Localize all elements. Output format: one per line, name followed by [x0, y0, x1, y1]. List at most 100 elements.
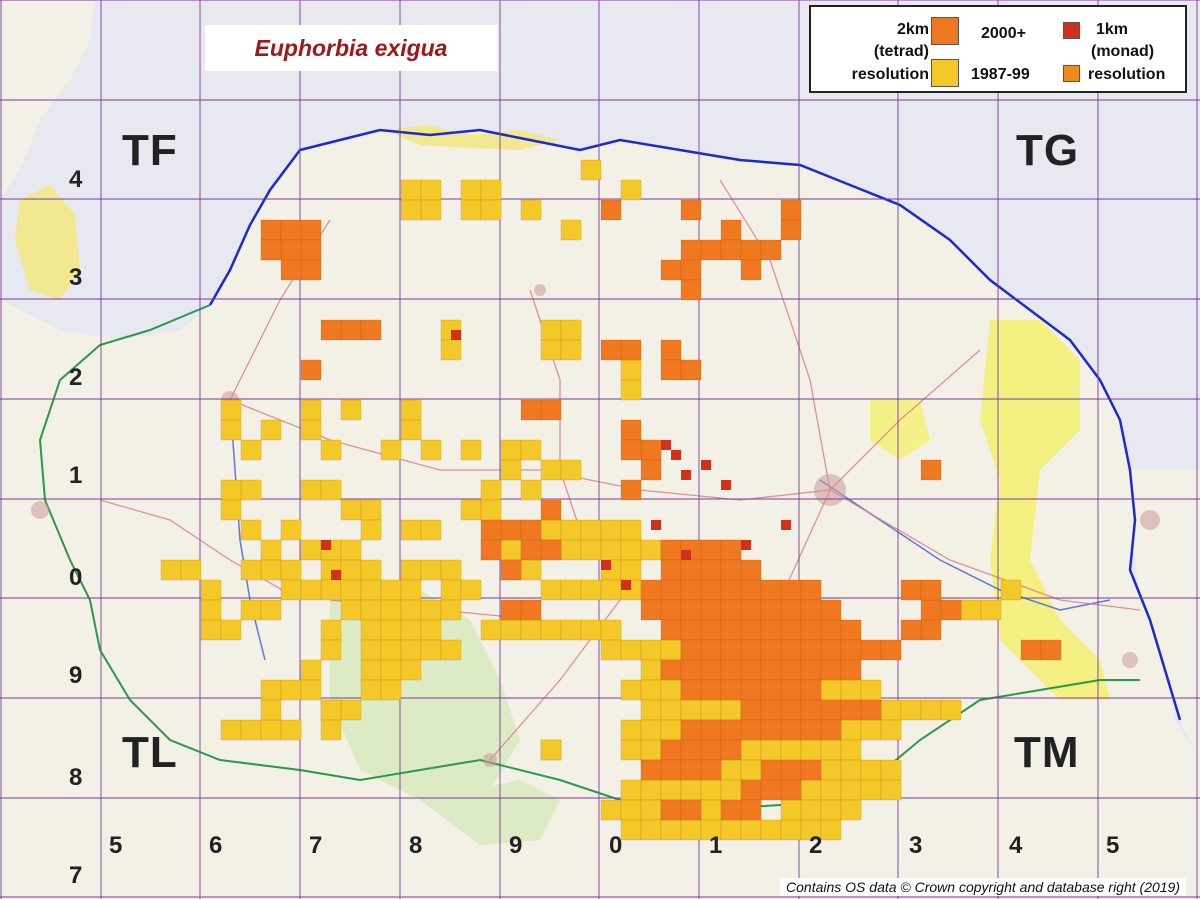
record-square [280, 259, 302, 281]
record-square [320, 439, 342, 461]
record-square [380, 679, 402, 701]
record-square [320, 699, 342, 721]
record-square [740, 619, 762, 641]
record-square [680, 359, 702, 381]
northing-label: 9 [69, 662, 83, 689]
record-square [700, 739, 722, 761]
record-square [260, 219, 282, 241]
record-square [680, 579, 702, 601]
record-square [500, 519, 522, 541]
record-square [740, 739, 762, 761]
record-square [240, 439, 262, 461]
record-square [420, 559, 442, 581]
record-square [500, 559, 522, 581]
record-square [520, 519, 542, 541]
record-square [260, 679, 282, 701]
record-square [680, 659, 702, 681]
record-square [800, 799, 822, 821]
record-square [840, 659, 862, 681]
record-square [560, 339, 582, 361]
record-square [400, 599, 422, 621]
record-square [540, 459, 562, 481]
record-square [820, 619, 842, 641]
record-square [700, 779, 722, 801]
record-square [300, 679, 322, 701]
grid-square-tg: TG [1016, 126, 1080, 175]
record-square [520, 619, 542, 641]
legend-monad-line1: 1km [1096, 21, 1129, 38]
record-square [700, 599, 722, 621]
record-square [900, 579, 922, 601]
record-square [400, 179, 422, 201]
grid-square-tl: TL [122, 728, 178, 777]
record-square [540, 739, 562, 761]
record-square [620, 739, 642, 761]
record-square [380, 579, 402, 601]
record-square [520, 539, 542, 561]
record-square [240, 599, 262, 621]
record-square [260, 699, 282, 721]
record-square [920, 599, 942, 621]
record-square [340, 499, 362, 521]
record-square [620, 339, 642, 361]
record-square [660, 659, 682, 681]
record-square [480, 179, 502, 201]
record-square [720, 819, 742, 841]
record-square [680, 619, 702, 641]
record-square [640, 679, 662, 701]
record-square [260, 599, 282, 621]
record-square [420, 599, 442, 621]
easting-label: 9 [509, 832, 523, 859]
record-square [460, 199, 482, 221]
record-square [860, 679, 882, 701]
record-square [360, 579, 382, 601]
record-square [420, 439, 442, 461]
record-square [780, 199, 802, 221]
record-square [420, 639, 442, 661]
record-square [860, 779, 882, 801]
record-square [660, 599, 682, 621]
record-square [680, 279, 702, 301]
monad-record-square [741, 540, 751, 550]
record-square [240, 559, 262, 581]
record-square [620, 539, 642, 561]
record-square [880, 719, 902, 741]
record-square [480, 619, 502, 641]
record-square [820, 799, 842, 821]
record-square [300, 239, 322, 261]
record-square [400, 659, 422, 681]
legend-period-recent: 2000+ [981, 25, 1026, 42]
record-square [820, 639, 842, 661]
record-square [400, 399, 422, 421]
record-square [600, 799, 622, 821]
record-square [820, 679, 842, 701]
monad-record-square [661, 440, 671, 450]
record-square [920, 579, 942, 601]
record-square [240, 479, 262, 501]
record-square [200, 619, 222, 641]
record-square [620, 179, 642, 201]
record-square [740, 639, 762, 661]
record-square [540, 499, 562, 521]
record-square [620, 639, 642, 661]
monad-record-square [621, 580, 631, 590]
record-square [300, 539, 322, 561]
legend-tetrad-line3: resolution [851, 66, 929, 83]
legend-period-old: 1987-99 [971, 66, 1030, 83]
record-square [740, 679, 762, 701]
record-square [880, 759, 902, 781]
record-square [840, 639, 862, 661]
record-square [160, 559, 182, 581]
record-square [740, 719, 762, 741]
record-square [800, 679, 822, 701]
record-square [600, 639, 622, 661]
record-square [420, 199, 442, 221]
record-square [840, 699, 862, 721]
record-square [580, 159, 602, 181]
record-square [620, 379, 642, 401]
record-square [640, 759, 662, 781]
record-square [760, 759, 782, 781]
monad-record-square [321, 540, 331, 550]
record-square [880, 699, 902, 721]
record-square [740, 259, 762, 281]
